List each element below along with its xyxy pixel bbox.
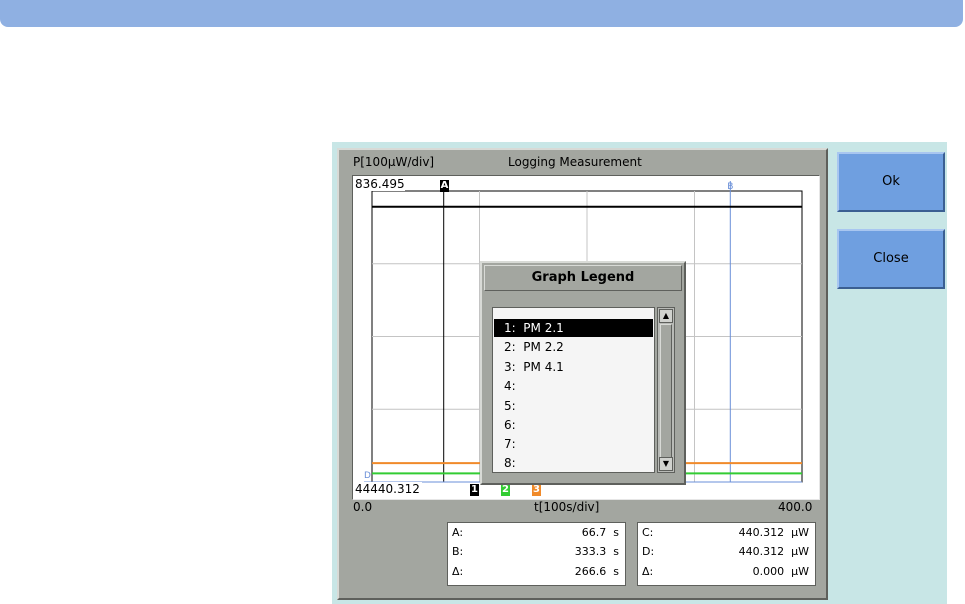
readout-row-delta: Δ: 266.6 s bbox=[452, 565, 619, 583]
readout-value: 440.312 µW bbox=[738, 526, 809, 539]
trace-3-marker: 3 bbox=[532, 484, 541, 496]
readout-label: C: bbox=[642, 526, 654, 539]
legend-title: Graph Legend bbox=[484, 265, 682, 291]
scroll-up-icon[interactable]: ▲ bbox=[659, 309, 673, 323]
time-readout: A: 66.7 s B: 333.3 s Δ: 266.6 s bbox=[447, 522, 626, 586]
cursor-d-label: D bbox=[364, 471, 371, 481]
legend-item[interactable]: 1: PM 2.1 bbox=[494, 319, 653, 337]
x-min-label: 0.0 bbox=[353, 500, 373, 514]
legend-item[interactable]: 2: PM 2.2 bbox=[494, 338, 653, 356]
trace-2-marker: 2 bbox=[501, 484, 510, 496]
readout-label: Δ: bbox=[452, 565, 464, 578]
readout-value: 0.000 µW bbox=[752, 565, 809, 578]
close-button[interactable]: Close bbox=[837, 229, 945, 289]
trace-1-marker: 1 bbox=[470, 484, 479, 496]
y-min-label: 44440.312 bbox=[355, 482, 422, 496]
readout-label: B: bbox=[452, 545, 464, 558]
readout-row-d: D: 440.312 µW bbox=[642, 545, 809, 563]
graph-legend-dialog: Graph Legend 1: PM 2.1 2: PM 2.2 3: PM 4… bbox=[480, 261, 686, 485]
readout-value: 440.312 µW bbox=[738, 545, 809, 558]
legend-item[interactable]: 3: PM 4.1 bbox=[494, 358, 653, 376]
readout-row-b: B: 333.3 s bbox=[452, 545, 619, 563]
readout-label: D: bbox=[642, 545, 655, 558]
readout-row-a: A: 66.7 s bbox=[452, 526, 619, 544]
readout-row-delta: Δ: 0.000 µW bbox=[642, 565, 809, 583]
readout-value: 66.7 s bbox=[581, 526, 619, 539]
readout-label: Δ: bbox=[642, 565, 654, 578]
power-readout: C: 440.312 µW D: 440.312 µW Δ: 0.000 µW bbox=[637, 522, 816, 586]
window-title: Logging Measurement bbox=[508, 155, 642, 169]
scroll-down-icon[interactable]: ▼ bbox=[659, 457, 673, 471]
y-max-label: 836.495 bbox=[355, 177, 405, 191]
y-axis-label: P[100µW/div] bbox=[353, 155, 435, 169]
legend-item[interactable]: 7: bbox=[494, 435, 653, 453]
legend-list[interactable]: 1: PM 2.1 2: PM 2.2 3: PM 4.1 4: 5: 6: 7… bbox=[492, 307, 655, 473]
y-min-value: 440.312 bbox=[370, 482, 420, 496]
legend-item[interactable]: 6: bbox=[494, 416, 653, 434]
y-min-prefix: 44 bbox=[355, 482, 371, 496]
x-max-label: 400.0 bbox=[778, 500, 813, 514]
cursor-a-marker[interactable]: A bbox=[440, 180, 449, 192]
readout-row-c: C: 440.312 µW bbox=[642, 526, 809, 544]
legend-item[interactable]: 8: bbox=[494, 454, 653, 472]
readout-value: 266.6 s bbox=[574, 565, 619, 578]
legend-scrollbar[interactable]: ▲ ▼ bbox=[657, 307, 675, 473]
scroll-thumb[interactable] bbox=[660, 324, 672, 458]
ok-button[interactable]: Ok bbox=[837, 152, 945, 212]
x-axis-label: t[100s/div] bbox=[534, 500, 600, 514]
readout-value: 333.3 s bbox=[574, 545, 619, 558]
legend-item[interactable]: 4: bbox=[494, 377, 653, 395]
cursor-b-label: B bbox=[727, 182, 733, 192]
top-bar bbox=[0, 0, 963, 27]
legend-item[interactable]: 5: bbox=[494, 397, 653, 415]
readout-label: A: bbox=[452, 526, 464, 539]
